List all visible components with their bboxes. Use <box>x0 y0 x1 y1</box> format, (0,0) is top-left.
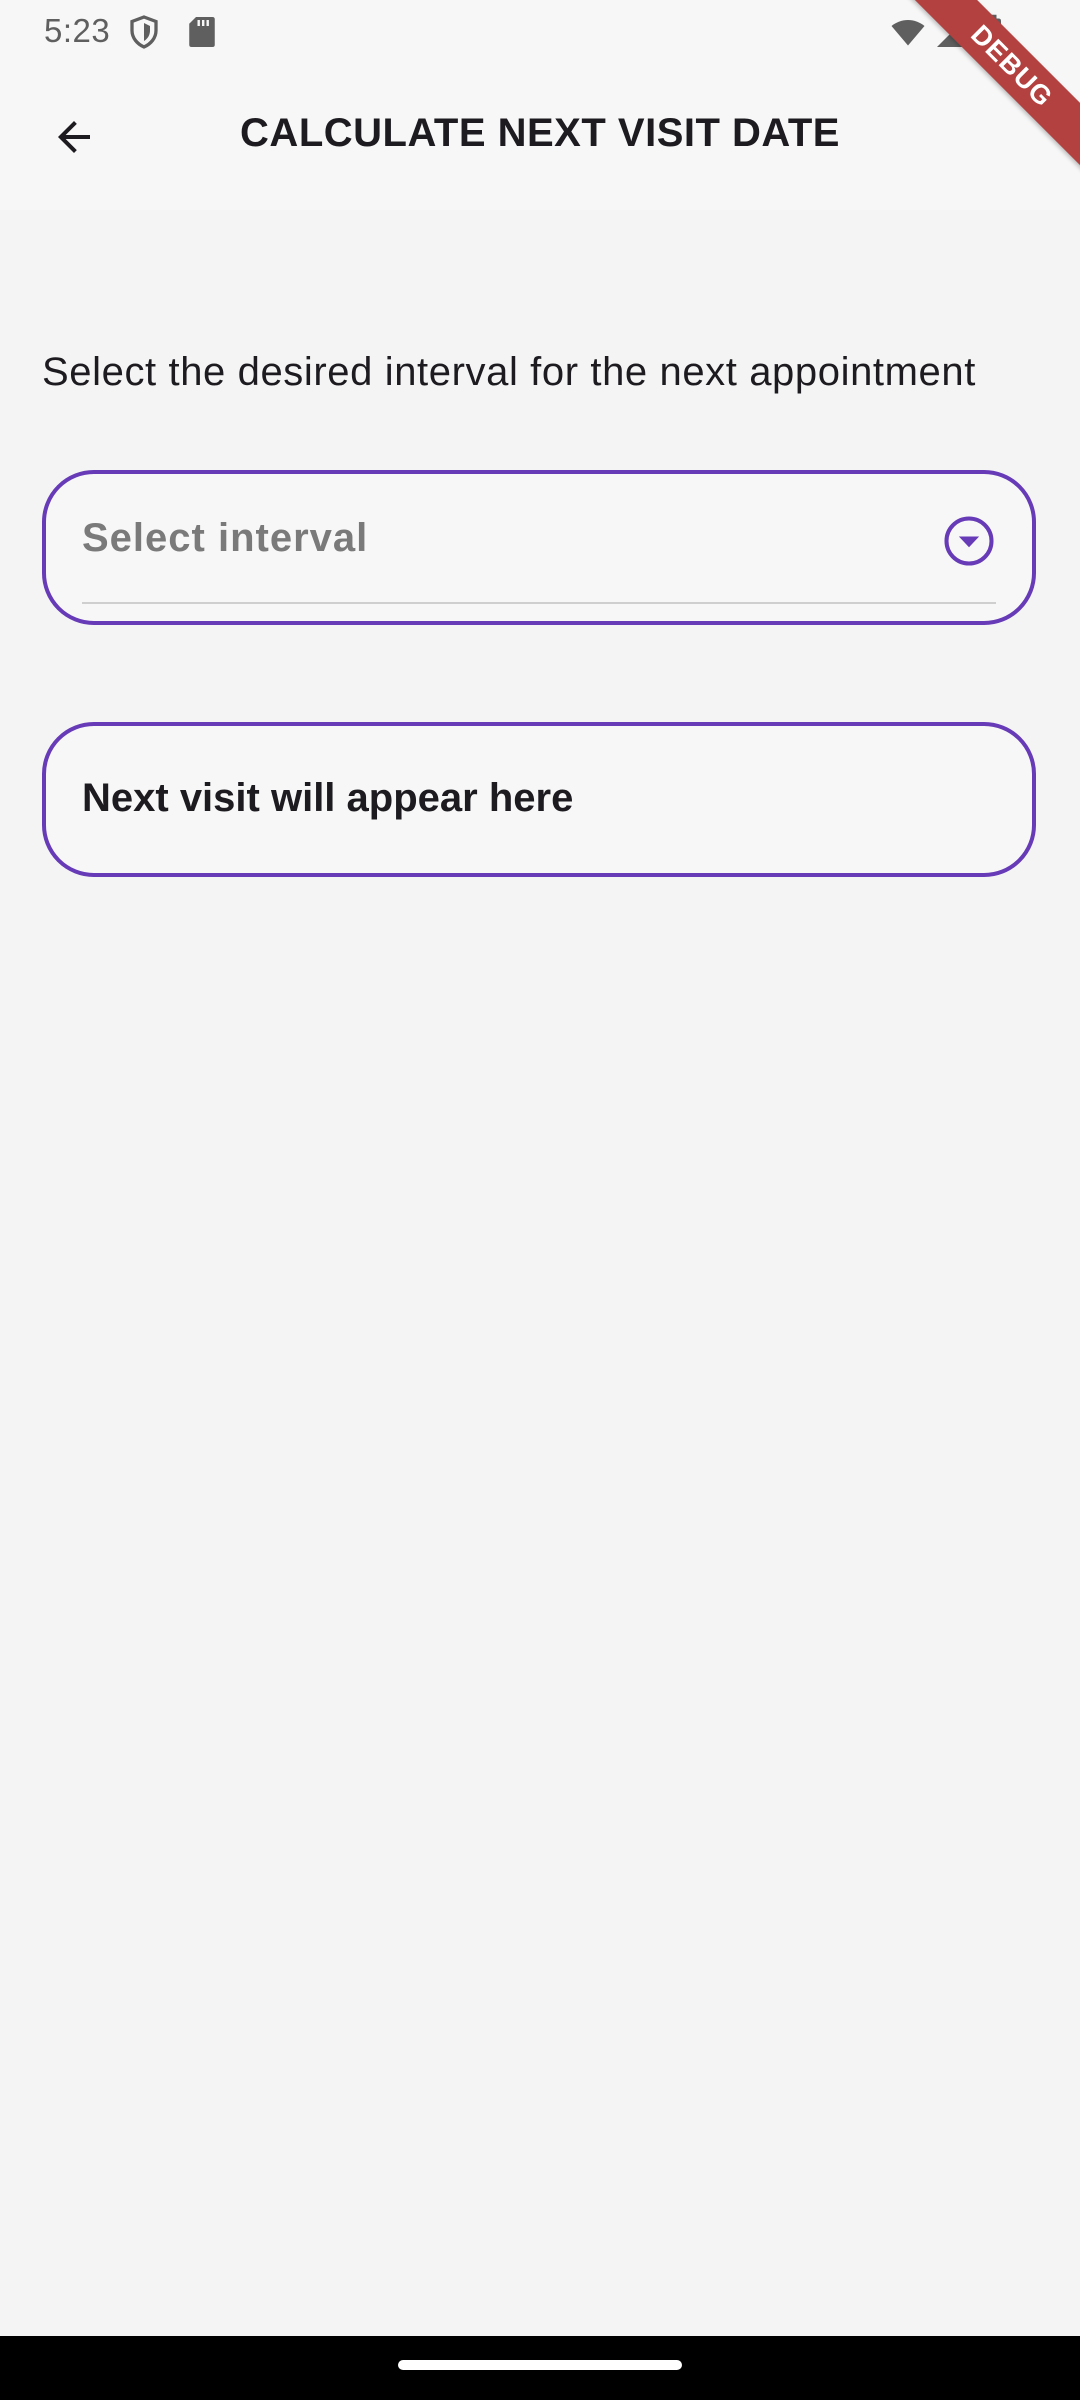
wifi-icon <box>888 14 928 50</box>
dropdown-circle-icon[interactable] <box>942 514 996 568</box>
arrow-back-icon <box>58 121 90 153</box>
status-bar: 5:23 <box>0 0 1080 66</box>
shield-icon <box>126 14 162 50</box>
back-button[interactable] <box>36 99 112 175</box>
interval-dropdown[interactable]: Select interval <box>42 470 1036 625</box>
next-visit-text: Next visit will appear here <box>82 776 574 820</box>
page-title: CALCULATE NEXT VISIT DATE <box>240 111 840 155</box>
status-time: 5:23 <box>44 12 111 49</box>
interval-placeholder: Select interval <box>82 516 369 560</box>
home-indicator[interactable] <box>398 2360 682 2370</box>
app-bar: CALCULATE NEXT VISIT DATE <box>0 66 1080 210</box>
select-underline <box>82 602 996 604</box>
instruction-text: Select the desired interval for the next… <box>42 350 976 394</box>
sd-card-icon <box>184 14 220 50</box>
next-visit-result: Next visit will appear here <box>42 722 1036 877</box>
navigation-bar <box>0 2336 1080 2400</box>
